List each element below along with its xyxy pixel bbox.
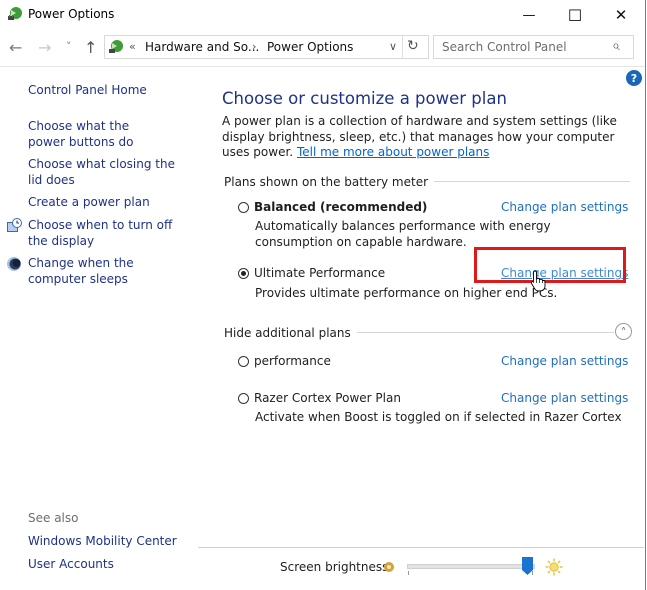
sidebar-item-computer-sleeps[interactable]: Change when the computer sleeps — [28, 256, 188, 287]
razer-cortex-change-plan-settings-link[interactable]: Change plan settings — [501, 391, 628, 405]
breadcrumb-hardware-and-sound[interactable]: Hardware and So... — [145, 40, 259, 54]
close-button[interactable]: ✕ — [598, 0, 644, 30]
breadcrumb-overflow[interactable]: « — [129, 40, 136, 53]
chevron-up-icon: ˄ — [620, 326, 627, 340]
up-button[interactable]: ↑ — [84, 38, 97, 57]
control-panel-icon — [109, 40, 123, 53]
back-button[interactable]: ← — [9, 38, 22, 57]
windows-mobility-center-link[interactable]: Windows Mobility Center — [28, 534, 193, 550]
display-clock-icon — [7, 218, 22, 232]
moon-sleep-icon — [7, 257, 21, 271]
control-panel-home-link[interactable]: Control Panel Home — [28, 83, 193, 99]
search-box[interactable]: ⌕ — [433, 35, 634, 59]
recent-locations-button[interactable]: ˅ — [66, 40, 72, 53]
battery-plans-group-label: Plans shown on the battery meter — [224, 175, 435, 189]
dim-sun-icon — [384, 562, 394, 572]
screen-brightness-label: Screen brightness: — [280, 560, 393, 574]
forward-button[interactable]: → — [38, 38, 51, 57]
address-bar[interactable]: « Hardware and So... › Power Options ∨ ↻ — [104, 35, 429, 59]
sidebar-item-power-buttons[interactable]: Choose what the power buttons do — [28, 119, 168, 150]
address-dropdown-button[interactable]: ∨ — [389, 40, 397, 53]
power-options-icon — [8, 7, 22, 20]
refresh-button[interactable]: ↻ — [407, 38, 419, 54]
power-plans-help-link[interactable]: Tell me more about power plans — [297, 145, 489, 159]
ultimate-performance-plan-radio[interactable] — [238, 268, 249, 279]
razer-cortex-plan-name[interactable]: Razer Cortex Power Plan — [254, 391, 401, 405]
sidebar-item-closing-lid[interactable]: Choose what closing the lid does — [28, 157, 178, 188]
breadcrumb-separator[interactable]: › — [252, 40, 256, 53]
additional-plans-group-label[interactable]: Hide additional plans — [224, 326, 357, 340]
title-bar: Power Options — ☐ ✕ — [0, 0, 645, 30]
balanced-plan-radio[interactable] — [238, 202, 249, 213]
see-also-label: See also — [28, 511, 79, 525]
help-button[interactable]: ? — [626, 70, 642, 86]
brightness-slider-thumb[interactable] — [521, 557, 533, 575]
close-icon: ✕ — [614, 6, 628, 24]
highlight-annotation-box — [474, 247, 626, 283]
footer-divider — [198, 547, 644, 548]
balanced-plan-name[interactable]: Balanced (recommended) — [254, 200, 427, 214]
bright-sun-icon — [545, 558, 563, 576]
performance-change-plan-settings-link[interactable]: Change plan settings — [501, 354, 628, 368]
breadcrumb-power-options[interactable]: Power Options — [267, 40, 353, 54]
search-input[interactable] — [440, 39, 614, 55]
page-description: A power plan is a collection of hardware… — [222, 114, 632, 161]
balanced-change-plan-settings-link[interactable]: Change plan settings — [501, 200, 628, 214]
brightness-slider-track[interactable] — [407, 564, 535, 569]
maximize-button[interactable]: ☐ — [552, 0, 598, 30]
address-divider — [402, 36, 403, 58]
maximize-icon: ☐ — [567, 5, 583, 25]
hand-cursor-icon — [530, 270, 546, 292]
sidebar-item-turn-off-display[interactable]: Choose when to turn off the display — [28, 218, 188, 249]
user-accounts-link[interactable]: User Accounts — [28, 557, 193, 573]
ultimate-performance-plan-description: Provides ultimate performance on higher … — [255, 286, 558, 300]
collapse-additional-plans-button[interactable]: ˄ — [615, 323, 632, 340]
razer-cortex-plan-description: Activate when Boost is toggled on if sel… — [255, 410, 622, 424]
performance-plan-radio[interactable] — [238, 356, 249, 367]
performance-plan-name[interactable]: performance — [254, 354, 331, 368]
minimize-button[interactable]: — — [506, 0, 552, 30]
window-title: Power Options — [28, 7, 115, 21]
page-title: Choose or customize a power plan — [222, 89, 507, 108]
window-border — [645, 0, 646, 590]
balanced-plan-description: Automatically balances performance with … — [255, 219, 551, 249]
razer-cortex-plan-radio[interactable] — [238, 393, 249, 404]
sidebar-item-create-plan[interactable]: Create a power plan — [28, 195, 193, 211]
toolbar-divider — [0, 66, 645, 67]
ultimate-performance-plan-name[interactable]: Ultimate Performance — [254, 266, 385, 280]
minimize-icon: — — [522, 7, 536, 23]
search-icon[interactable]: ⌕ — [612, 38, 620, 54]
slider-tick-min — [408, 571, 409, 575]
